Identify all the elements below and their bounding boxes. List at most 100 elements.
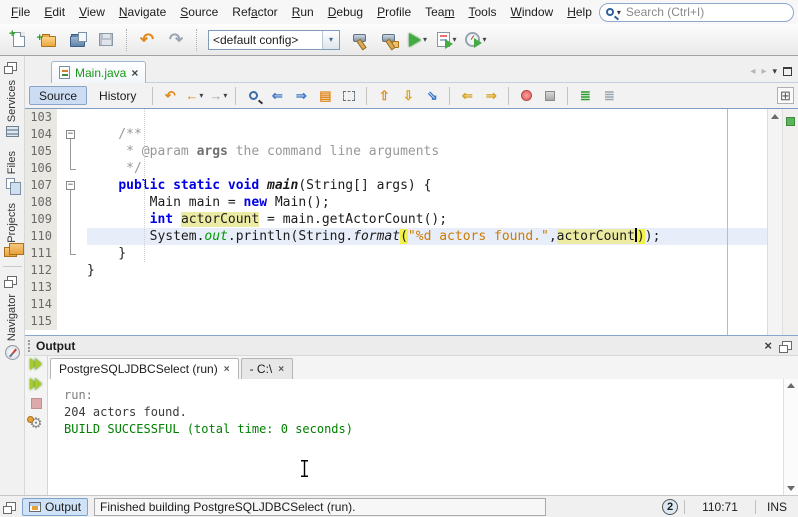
code-line-106[interactable]: 106 */ bbox=[25, 160, 767, 177]
dropdown-icon[interactable]: ▾ bbox=[223, 91, 227, 100]
code-line-108[interactable]: 108 Main main = new Main(); bbox=[25, 194, 767, 211]
menu-file[interactable]: File bbox=[4, 2, 37, 22]
output-tab-0[interactable]: PostgreSQLJDBCSelect (run)× bbox=[50, 358, 239, 379]
source-view-button[interactable]: Source bbox=[29, 86, 87, 105]
scroll-tabs-left-icon[interactable]: ◂ bbox=[750, 66, 755, 77]
shift-line-right-button[interactable]: ⇒ bbox=[480, 85, 502, 106]
code-line-103[interactable]: 103 bbox=[25, 109, 767, 126]
output-header[interactable]: Output × bbox=[25, 336, 798, 356]
shift-line-left-button[interactable]: ⇐ bbox=[456, 85, 478, 106]
maximize-window-icon[interactable] bbox=[783, 67, 792, 76]
new-file-button[interactable]: + bbox=[6, 27, 32, 53]
output-scrollbar[interactable] bbox=[783, 379, 798, 495]
dock-group-icon[interactable] bbox=[7, 62, 17, 71]
scroll-up-icon[interactable] bbox=[771, 114, 779, 119]
clean-build-button[interactable] bbox=[376, 27, 402, 53]
config-select[interactable]: <default config> ▾ bbox=[208, 30, 340, 50]
code-text[interactable]: Main main = new Main(); bbox=[87, 194, 767, 211]
code-text[interactable] bbox=[87, 279, 767, 296]
uncomment-button[interactable]: ≣ bbox=[598, 85, 620, 106]
code-text[interactable]: } bbox=[87, 245, 767, 262]
menu-source[interactable]: Source bbox=[173, 2, 225, 22]
previous-bookmark-button[interactable]: ⇧ bbox=[373, 85, 395, 106]
output-tab-1[interactable]: - C:\× bbox=[241, 358, 294, 379]
last-edit-location-button[interactable]: ↶ bbox=[159, 85, 181, 106]
new-project-button[interactable]: + bbox=[35, 27, 61, 53]
sidebar-tab-navigator[interactable]: Navigator bbox=[5, 294, 20, 360]
editor-scrollbar[interactable] bbox=[767, 109, 782, 335]
line-number[interactable]: 106 bbox=[25, 160, 57, 177]
menu-team[interactable]: Team bbox=[418, 2, 461, 22]
save-all-button[interactable] bbox=[93, 27, 119, 53]
line-number[interactable]: 111 bbox=[25, 245, 57, 262]
output-window-button[interactable]: Output bbox=[22, 498, 88, 516]
find-next-button[interactable]: ⇒ bbox=[290, 85, 312, 106]
redo-button[interactable]: ↷ bbox=[163, 27, 189, 53]
debug-project-button[interactable]: ▾ bbox=[434, 27, 460, 53]
history-view-button[interactable]: History bbox=[89, 86, 146, 105]
find-previous-button[interactable]: ⇐ bbox=[266, 85, 288, 106]
code-line-115[interactable]: 115 bbox=[25, 313, 767, 330]
stop-macro-recording-button[interactable] bbox=[539, 85, 561, 106]
code-line-112[interactable]: 112} bbox=[25, 262, 767, 279]
line-number[interactable]: 115 bbox=[25, 313, 57, 330]
rerun-icon[interactable] bbox=[30, 358, 42, 370]
menu-edit[interactable]: Edit bbox=[37, 2, 72, 22]
code-text[interactable] bbox=[87, 296, 767, 313]
sidebar-tab-services[interactable]: Services bbox=[6, 80, 19, 137]
sidebar-tab-files[interactable]: Files bbox=[6, 151, 19, 189]
code-text[interactable]: } bbox=[87, 262, 767, 279]
menu-run[interactable]: Run bbox=[285, 2, 321, 22]
line-number[interactable]: 107 bbox=[25, 177, 57, 194]
jump-back-button[interactable]: ←▾ bbox=[183, 85, 205, 106]
start-macro-recording-button[interactable] bbox=[515, 85, 537, 106]
line-number[interactable]: 108 bbox=[25, 194, 57, 211]
drag-grip-icon[interactable] bbox=[28, 340, 31, 352]
menu-help[interactable]: Help bbox=[560, 2, 599, 22]
line-number[interactable]: 104 bbox=[25, 126, 57, 143]
search-dropdown-icon[interactable]: ▾ bbox=[617, 8, 621, 17]
ant-settings-icon[interactable]: ⚙ bbox=[29, 417, 42, 431]
code-line-111[interactable]: 111 } bbox=[25, 245, 767, 262]
quick-search-input[interactable]: ▾ Search (Ctrl+I) bbox=[599, 3, 794, 22]
code-text[interactable]: /** bbox=[87, 126, 767, 143]
menu-profile[interactable]: Profile bbox=[370, 2, 418, 22]
toggle-bookmark-button[interactable]: ⇘ bbox=[421, 85, 443, 106]
profile-dropdown-icon[interactable]: ▾ bbox=[482, 35, 486, 44]
code-text[interactable]: * @param args the command line arguments bbox=[87, 143, 767, 160]
sidebar-tab-projects[interactable]: Projects bbox=[4, 203, 21, 257]
code-line-110[interactable]: 110 System.out.println(String.format("%d… bbox=[25, 228, 767, 245]
code-text[interactable]: */ bbox=[87, 160, 767, 177]
run-project-button[interactable]: ▾ bbox=[405, 27, 431, 53]
output-text[interactable]: run:204 actors found.BUILD SUCCESSFUL (t… bbox=[48, 379, 783, 495]
toggle-highlight-button[interactable]: ▤ bbox=[314, 85, 336, 106]
fold-marker[interactable]: − bbox=[57, 126, 87, 143]
menu-window[interactable]: Window bbox=[504, 2, 561, 22]
tab-list-dropdown-icon[interactable]: ▾ bbox=[772, 66, 777, 77]
code-line-114[interactable]: 114 bbox=[25, 296, 767, 313]
output-tab-close-icon[interactable]: × bbox=[278, 364, 284, 375]
find-button[interactable] bbox=[242, 85, 264, 106]
comment-button[interactable]: ≣ bbox=[574, 85, 596, 106]
stop-build-icon[interactable] bbox=[31, 398, 42, 409]
line-number[interactable]: 113 bbox=[25, 279, 57, 296]
code-text[interactable]: int actorCount = main.getActorCount(); bbox=[87, 211, 767, 228]
next-bookmark-button[interactable]: ⇩ bbox=[397, 85, 419, 106]
code-line-113[interactable]: 113 bbox=[25, 279, 767, 296]
code-text[interactable] bbox=[87, 109, 767, 126]
undo-button[interactable]: ↶ bbox=[134, 27, 160, 53]
split-editor-icon[interactable]: ⊞ bbox=[777, 87, 794, 104]
scroll-tabs-right-icon[interactable]: ▸ bbox=[761, 66, 766, 77]
line-number[interactable]: 103 bbox=[25, 109, 57, 126]
run-dropdown-icon[interactable]: ▾ bbox=[423, 35, 427, 44]
scroll-down-icon[interactable] bbox=[787, 486, 795, 491]
menu-view[interactable]: View bbox=[72, 2, 112, 22]
menu-refactor[interactable]: Refactor bbox=[225, 2, 284, 22]
line-number[interactable]: 114 bbox=[25, 296, 57, 313]
open-project-button[interactable] bbox=[64, 27, 90, 53]
fold-marker[interactable]: − bbox=[57, 177, 87, 194]
build-project-button[interactable] bbox=[347, 27, 373, 53]
float-output-icon[interactable] bbox=[782, 341, 792, 350]
line-number[interactable]: 109 bbox=[25, 211, 57, 228]
rerun-with-args-icon[interactable] bbox=[30, 378, 42, 390]
